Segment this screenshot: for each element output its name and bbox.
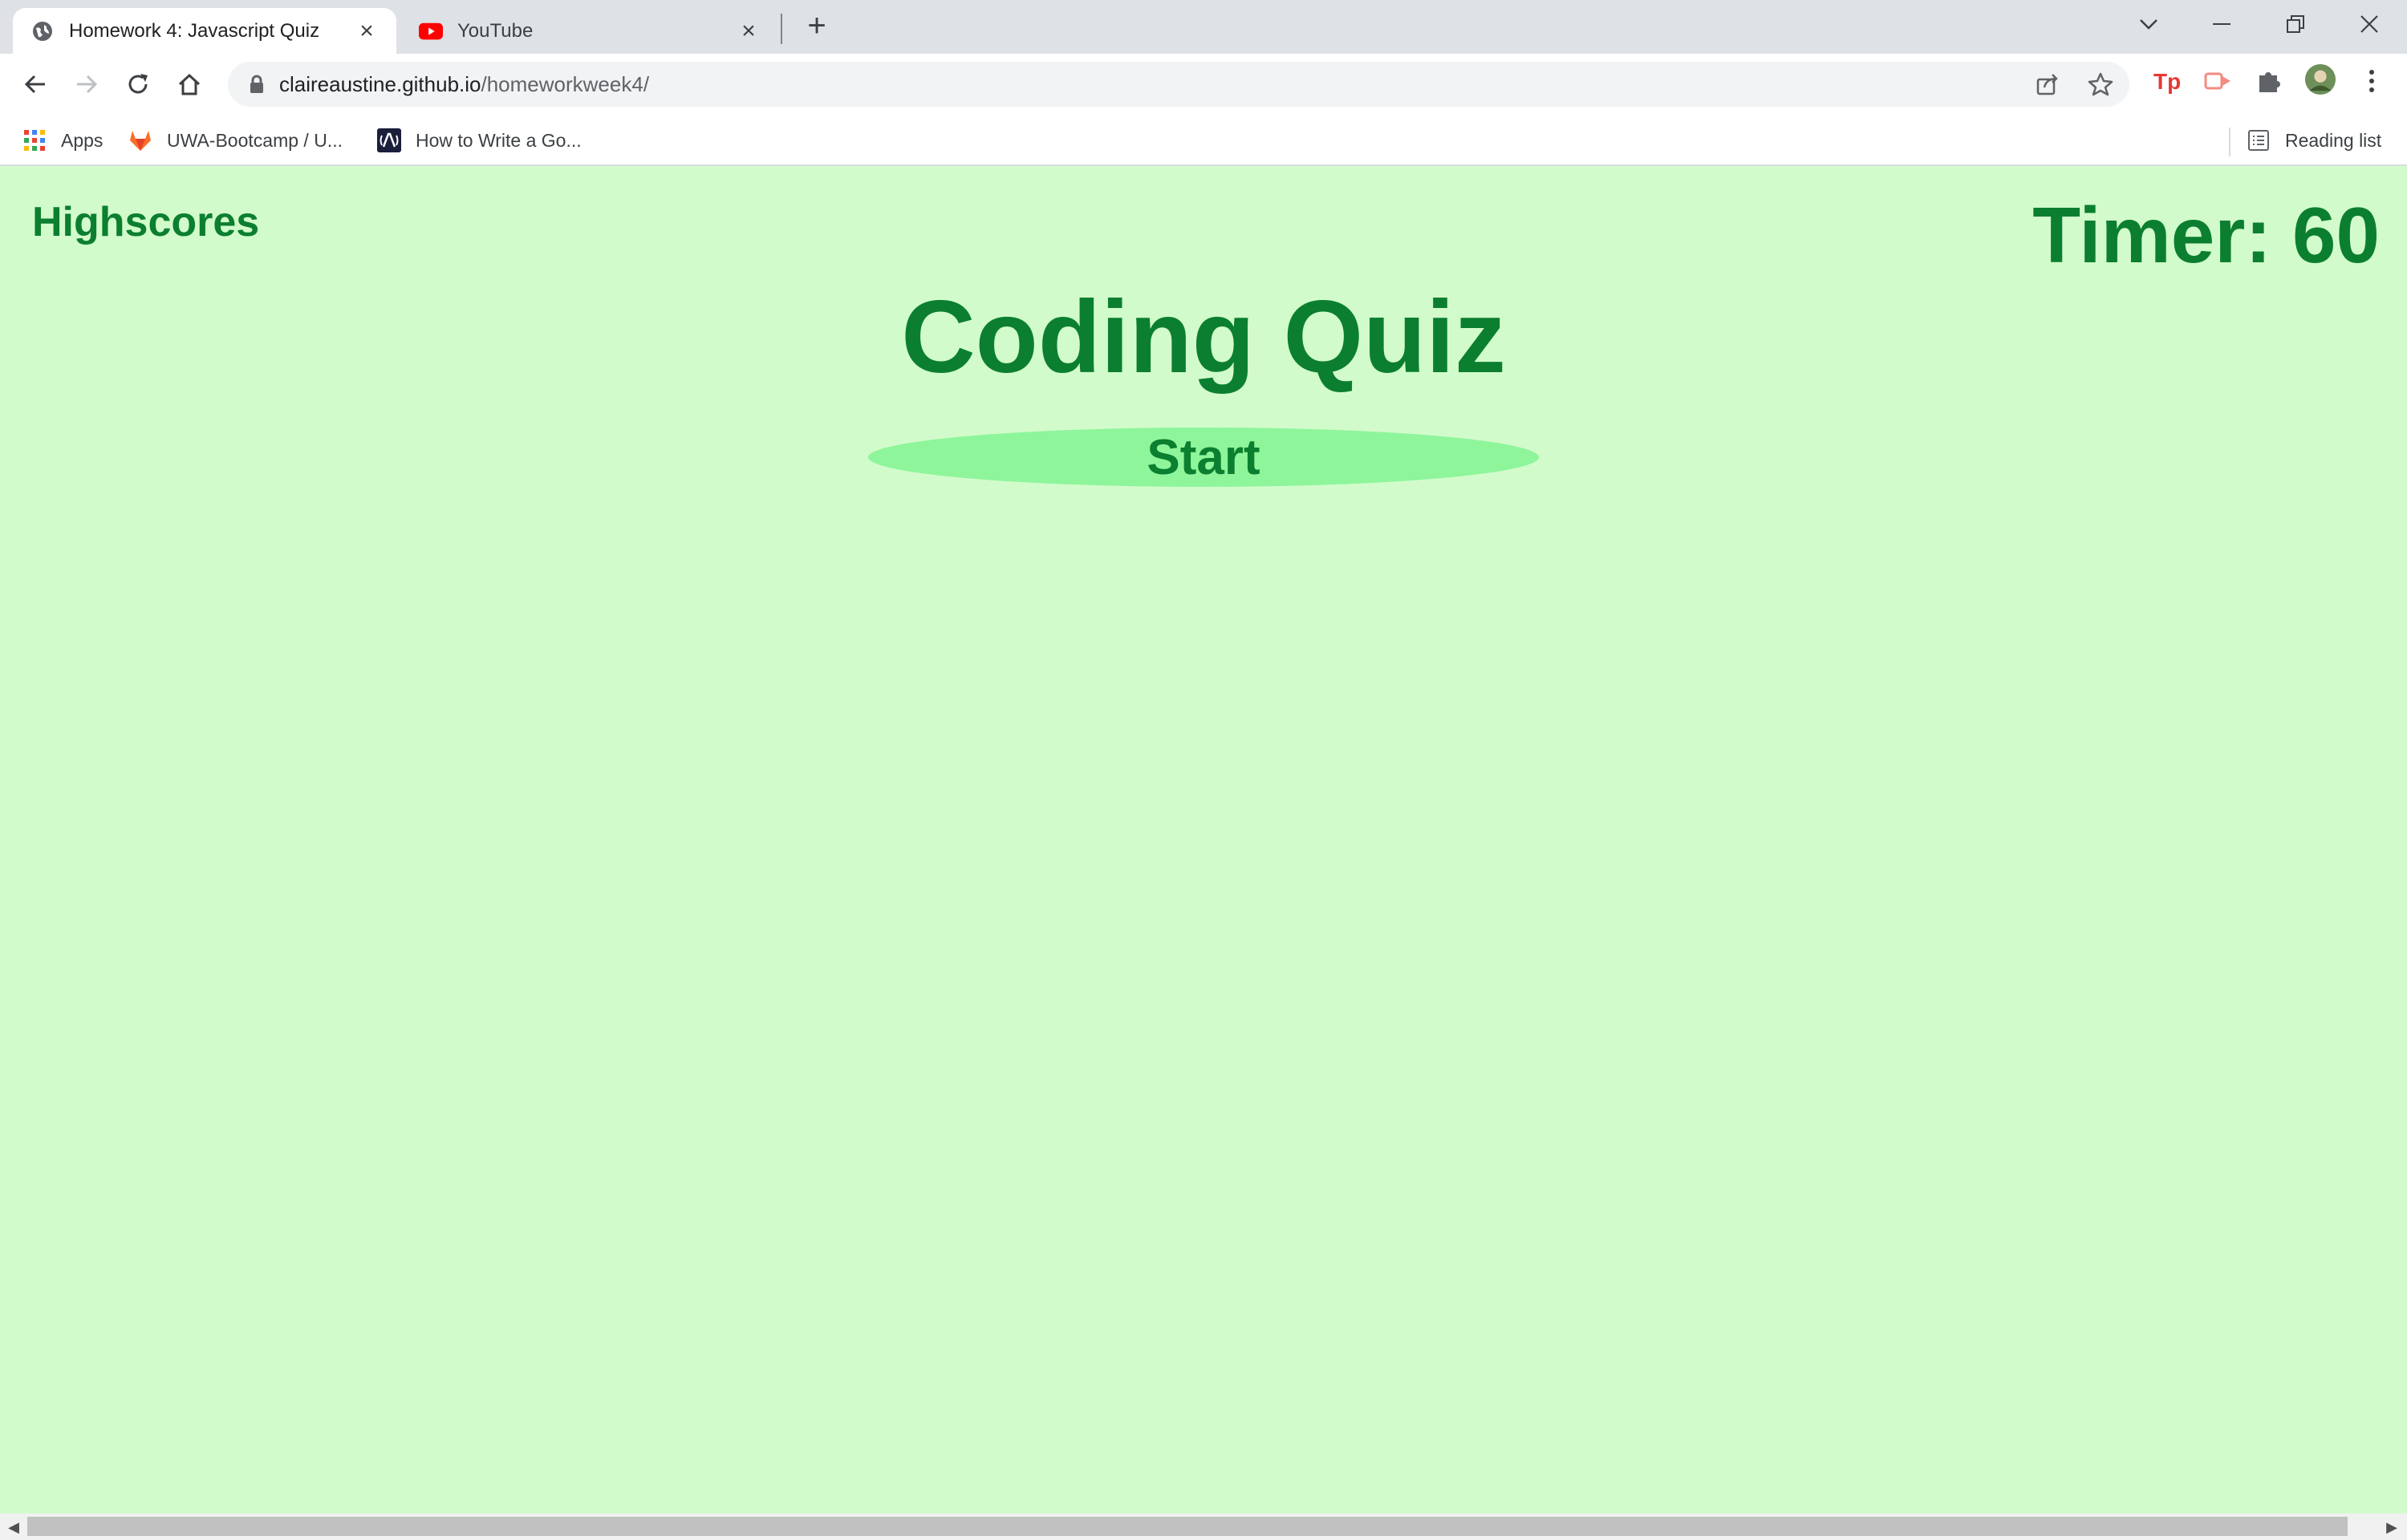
url-path: /homeworkweek4/: [481, 72, 650, 96]
close-tab-icon[interactable]: ×: [737, 18, 761, 45]
scrollbar-thumb[interactable]: [27, 1517, 2348, 1536]
scroll-left-icon[interactable]: ◀: [5, 1518, 22, 1536]
horizontal-scrollbar[interactable]: ◀ ▶: [0, 1514, 2407, 1540]
timer-value: 60: [2291, 191, 2380, 279]
profile-avatar[interactable]: [2304, 63, 2336, 95]
bookmark-label: How to Write a Go...: [416, 129, 582, 151]
tp-extension-icon[interactable]: Tp: [2150, 65, 2182, 97]
tab-divider: [781, 14, 782, 44]
share-icon[interactable]: [2035, 71, 2060, 97]
lock-icon[interactable]: [246, 73, 268, 95]
url-text[interactable]: claireaustine.github.io/homeworkweek4/: [279, 72, 649, 97]
extensions-puzzle-icon[interactable]: [2253, 65, 2285, 97]
tab-title: YouTube: [457, 19, 534, 42]
tab-youtube[interactable]: YouTube ×: [401, 8, 778, 54]
bookmarks-divider: [2229, 128, 2230, 156]
tab-title: Homework 4: Javascript Quiz: [69, 19, 320, 42]
tab-homework-quiz[interactable]: Homework 4: Javascript Quiz ×: [13, 8, 396, 54]
timer-label: Timer:: [2032, 191, 2271, 279]
site-icon: [377, 128, 401, 152]
youtube-icon: [419, 19, 443, 43]
tab-search-chevron-icon[interactable]: [2122, 0, 2175, 48]
window-close-icon[interactable]: [2343, 0, 2396, 48]
address-bar[interactable]: claireaustine.github.io/homeworkweek4/: [228, 62, 2129, 107]
globe-icon: [30, 19, 55, 43]
reading-list-icon: [2247, 128, 2271, 152]
forward-icon[interactable]: [69, 67, 104, 102]
new-tab-button[interactable]: +: [801, 10, 833, 42]
bookmark-uwa-bootcamp[interactable]: UWA-Bootcamp / U...: [128, 124, 343, 156]
bookmark-label: UWA-Bootcamp / U...: [167, 129, 343, 151]
page-title: Coding Quiz: [901, 280, 1506, 395]
bookmark-how-to-write[interactable]: How to Write a Go...: [377, 124, 582, 156]
back-icon[interactable]: [18, 67, 53, 102]
apps-grid-icon: [22, 128, 47, 152]
scroll-right-icon[interactable]: ▶: [2383, 1518, 2401, 1536]
menu-kebab-icon[interactable]: [2356, 65, 2388, 97]
minimize-icon[interactable]: [2195, 0, 2248, 48]
bookmark-label: Apps: [61, 129, 104, 151]
tab-strip: Homework 4: Javascript Quiz × YouTube × …: [0, 0, 2407, 54]
restore-icon[interactable]: [2269, 0, 2322, 48]
reading-list-button[interactable]: Reading list: [2247, 124, 2381, 156]
gitlab-icon: [128, 128, 152, 152]
browser-toolbar: claireaustine.github.io/homeworkweek4/ T…: [0, 54, 2407, 166]
close-tab-icon[interactable]: ×: [355, 18, 379, 45]
bookmarks-bar: Apps UWA-Bootcamp / U... How to Write a …: [0, 118, 2407, 163]
bookmark-star-icon[interactable]: [2088, 71, 2113, 97]
url-host: claireaustine.github.io: [279, 72, 481, 96]
reload-icon[interactable]: [120, 67, 156, 102]
quiz-page: Highscores Timer: 60 Coding Quiz Start: [0, 166, 2407, 1514]
reading-list-label: Reading list: [2285, 129, 2382, 151]
home-icon[interactable]: [172, 67, 207, 102]
start-button[interactable]: Start: [868, 428, 1539, 487]
bookmark-apps[interactable]: Apps: [22, 124, 103, 156]
timer-display: Timer: 60: [2032, 190, 2380, 281]
highscores-link[interactable]: Highscores: [32, 198, 259, 246]
cast-extension-icon[interactable]: [2202, 65, 2234, 97]
svg-text:Tp: Tp: [2153, 69, 2181, 94]
